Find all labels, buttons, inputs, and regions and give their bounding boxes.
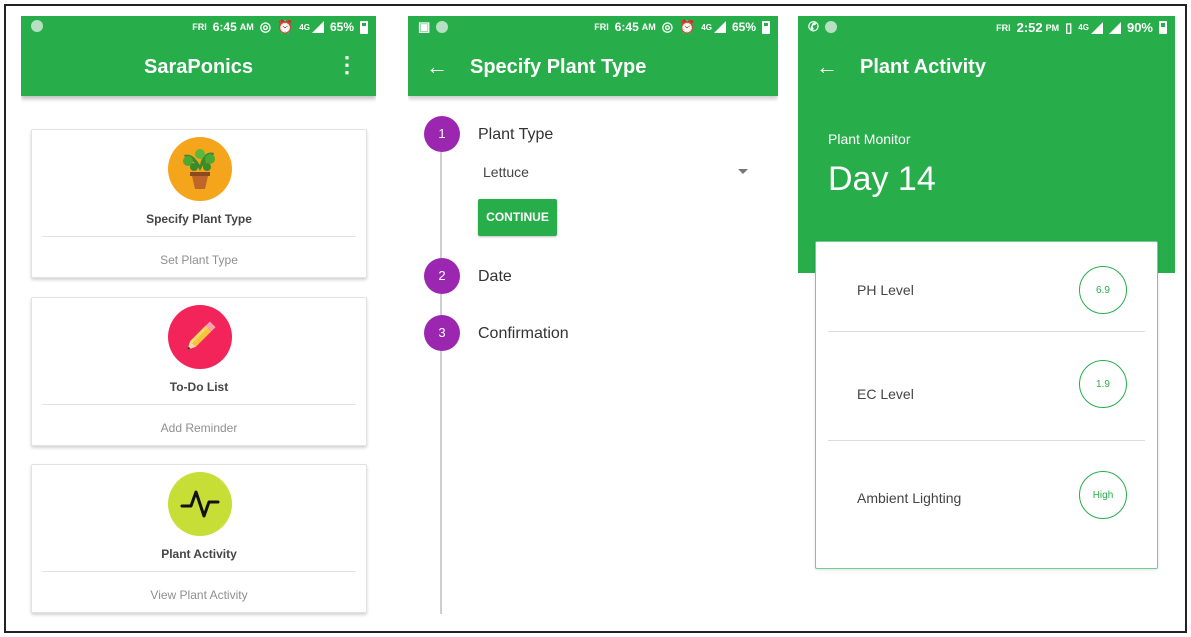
notification-dot-icon <box>31 20 43 32</box>
status-day: FRI <box>192 22 207 32</box>
add-reminder-action[interactable]: Add Reminder <box>32 421 366 435</box>
app-bar: ← Specify Plant Type <box>408 40 778 96</box>
app-bar: SaraPonics ⋮ <box>21 40 376 96</box>
activity-pulse-icon <box>168 472 232 536</box>
dropdown-arrow-icon <box>738 169 748 174</box>
card-divider <box>42 571 356 572</box>
alarm-icon: ⏰ <box>277 19 294 34</box>
day-counter: Day 14 <box>828 160 936 198</box>
network-type: 4G <box>701 22 712 32</box>
metric-value-badge: 6.9 <box>1079 266 1127 314</box>
wifi-signal-icon <box>1108 21 1121 34</box>
battery-percent: 65% <box>329 20 354 34</box>
stepper-line <box>440 134 442 614</box>
card-title: To-Do List <box>169 380 229 394</box>
screen-title: Plant Activity <box>860 56 986 78</box>
more-vert-icon[interactable]: ⋮ <box>336 54 358 76</box>
network-type: 4G <box>1078 23 1089 32</box>
home-screen: FRI 6:45 AM ◎ ⏰ 4G 65% SaraPonics ⋮ Spec… <box>21 16 376 620</box>
status-day: FRI <box>996 22 1011 33</box>
view-plant-activity-action[interactable]: View Plant Activity <box>32 588 366 602</box>
status-time: 6:45 <box>614 20 639 34</box>
status-ampm: AM <box>239 22 254 32</box>
set-plant-type-action[interactable]: Set Plant Type <box>32 253 366 267</box>
card-divider <box>42 404 356 405</box>
metrics-panel: PH Level 6.9 EC Level 1.9 Ambient Lighti… <box>815 241 1158 569</box>
notification-dot-icon <box>436 21 449 33</box>
card-title: Plant Activity <box>161 547 237 561</box>
image-icon: ▣ <box>418 19 431 34</box>
metric-value-badge: 1.9 <box>1079 360 1127 408</box>
battery-percent: 65% <box>731 20 756 34</box>
metric-ambient-lighting: Ambient Lighting High <box>816 442 1157 550</box>
status-time: 6:45 <box>212 20 237 34</box>
potted-plant-icon <box>168 137 232 201</box>
plant-activity-screen: ✆ FRI 2:52 PM ▯ 4G 90% ← Plant Activity … <box>798 16 1175 620</box>
battery-icon <box>360 20 368 34</box>
status-bar: ✆ FRI 2:52 PM ▯ 4G 90% <box>798 16 1175 40</box>
app-title: SaraPonics <box>144 56 253 78</box>
network-type: 4G <box>299 22 310 32</box>
step-3-label[interactable]: Confirmation <box>478 325 569 343</box>
whatsapp-icon: ✆ <box>808 19 819 34</box>
status-time: 2:52 <box>1016 20 1043 35</box>
hotspot-icon: ◎ <box>259 19 272 34</box>
metric-label: PH Level <box>857 282 914 298</box>
step-2-label[interactable]: Date <box>478 268 512 286</box>
status-ampm: AM <box>641 22 656 32</box>
screen-title: Specify Plant Type <box>470 56 647 78</box>
battery-icon <box>1159 21 1167 34</box>
hotspot-icon: ◎ <box>661 19 674 34</box>
alarm-icon: ⏰ <box>679 19 696 34</box>
notification-dot-icon <box>824 21 837 33</box>
back-arrow-icon[interactable]: ← <box>816 54 838 80</box>
status-bar: ▣ FRI 6:45 AM ◎ ⏰ 4G 65% <box>408 16 778 40</box>
plant-monitor-header: ← Plant Activity Plant Monitor Day 14 <box>798 40 1175 273</box>
pencil-icon <box>168 305 232 369</box>
plant-type-select[interactable]: Lettuce <box>483 164 748 186</box>
metric-label: EC Level <box>857 386 914 402</box>
battery-percent: 90% <box>1126 20 1153 35</box>
status-bar: FRI 6:45 AM ◎ ⏰ 4G 65% <box>21 16 376 40</box>
card-divider <box>42 236 356 237</box>
step-1-label[interactable]: Plant Type <box>478 126 553 144</box>
metric-divider <box>828 440 1145 441</box>
monitor-label: Plant Monitor <box>828 131 911 147</box>
signal-icon <box>311 21 324 33</box>
status-day: FRI <box>594 22 609 32</box>
metric-ec: EC Level 1.9 <box>816 332 1157 440</box>
card-todo-list[interactable]: To-Do List Add Reminder <box>31 297 367 446</box>
status-ampm: PM <box>1045 22 1060 33</box>
card-specify-plant-type[interactable]: Specify Plant Type Set Plant Type <box>31 129 367 278</box>
vibrate-icon: ▯ <box>1065 19 1073 35</box>
plant-type-value: Lettuce <box>483 164 529 180</box>
signal-icon <box>713 21 726 33</box>
metric-value-badge: High <box>1079 471 1127 519</box>
card-title: Specify Plant Type <box>146 212 252 226</box>
battery-icon <box>762 20 770 34</box>
specify-plant-type-screen: ▣ FRI 6:45 AM ◎ ⏰ 4G 65% ← Specify Plant… <box>408 16 778 620</box>
step-1-number[interactable]: 1 <box>424 116 460 152</box>
metric-label: Ambient Lighting <box>857 490 962 506</box>
card-plant-activity[interactable]: Plant Activity View Plant Activity <box>31 464 367 613</box>
signal-icon <box>1090 21 1103 34</box>
step-2-number[interactable]: 2 <box>424 258 460 294</box>
back-arrow-icon[interactable]: ← <box>426 54 448 80</box>
step-3-number[interactable]: 3 <box>424 315 460 351</box>
continue-button[interactable]: CONTINUE <box>478 199 557 236</box>
